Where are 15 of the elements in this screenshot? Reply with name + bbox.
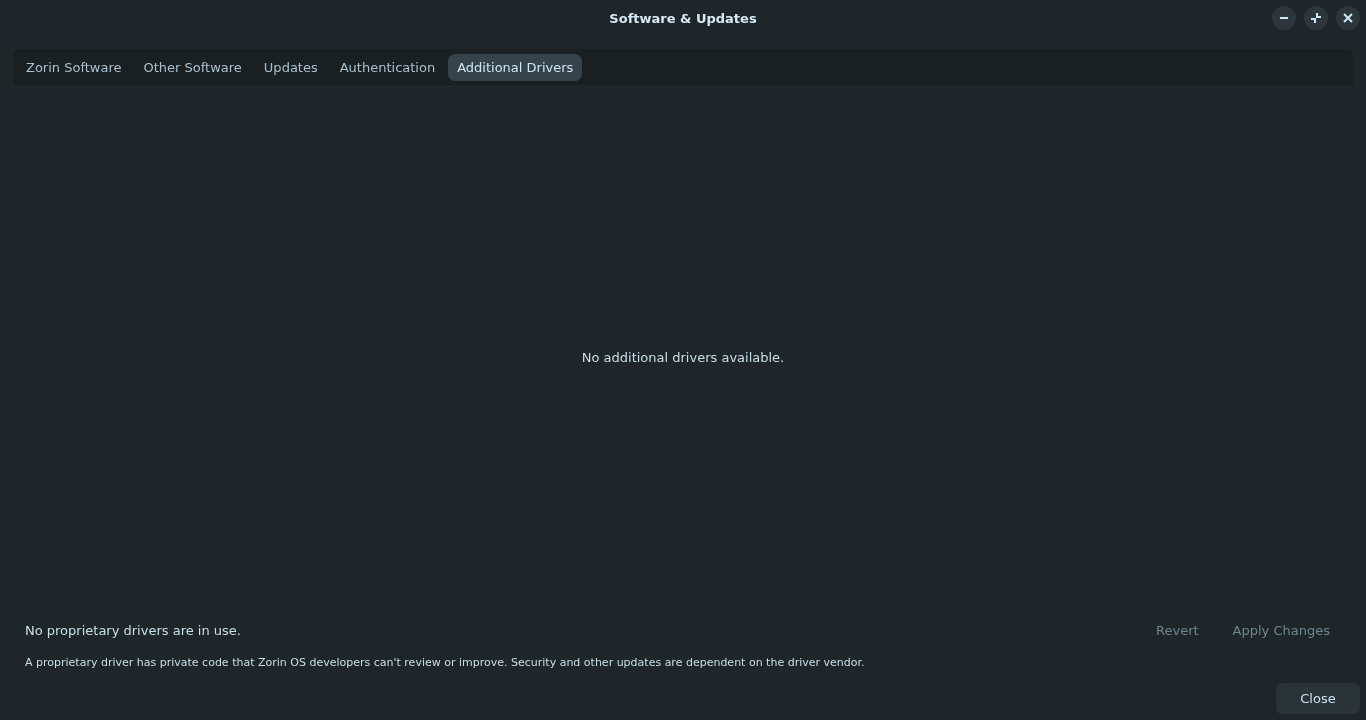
restore-icon [1310, 12, 1322, 24]
close-button[interactable]: Close [1276, 683, 1360, 714]
tab[interactable]: Updates [254, 53, 327, 81]
restore-button[interactable] [1304, 6, 1328, 30]
tab[interactable]: Additional Drivers [448, 53, 583, 81]
minimize-button[interactable] [1272, 6, 1296, 30]
info-note: A proprietary driver has private code that Zorin OS developers can't review or improve. Security and other updates are dependent on the driver vendor. [25, 656, 866, 669]
close-icon-button[interactable] [1336, 6, 1360, 30]
status-text: No proprietary drivers are in use. [25, 623, 241, 638]
tab[interactable]: Authentication [330, 53, 445, 81]
tab[interactable]: Zorin Software [17, 53, 131, 81]
tab[interactable]: Other Software [134, 53, 251, 81]
window-title: Software & Updates [609, 10, 757, 26]
close-icon [1343, 13, 1353, 23]
empty-message: No additional drivers available. [581, 349, 785, 365]
